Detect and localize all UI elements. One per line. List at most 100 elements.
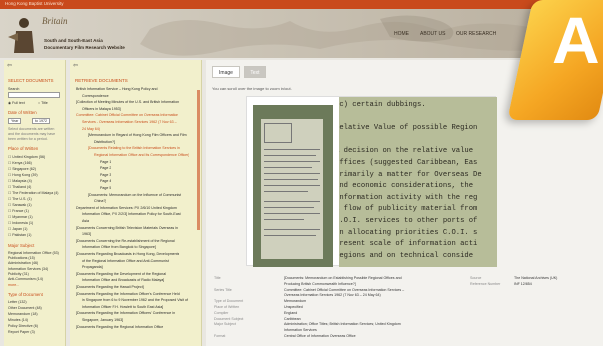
zoomed-text-line: primarily a matter for Overseas De [339,170,482,179]
document-list-item[interactable]: Services - Overseas Information Services… [82,120,177,124]
zoomed-text-line: a flow of publicity material from [339,205,478,214]
document-list-item[interactable]: Information Office and Broadcasts of Rad… [82,278,164,282]
text-line [264,161,320,162]
title-radio[interactable]: ○ Title [38,101,48,105]
type-checkbox-item[interactable]: Other Document (48) [8,306,42,310]
document-list-item[interactable]: [Documents Regarding the Information Off… [76,292,180,296]
place-checkbox-item[interactable]: ☐ United Kingdom (56) [8,155,45,159]
document-list-item[interactable]: Regional Information Office and Its Corr… [94,153,189,157]
place-checkbox-item[interactable]: ☐ Indonesia (1) [8,221,33,225]
document-list-item[interactable]: [Documents Regarding the Information Off… [76,311,175,315]
place-checkbox-item[interactable]: ☐ Malaysia (4) [8,179,32,183]
document-list-item[interactable]: Page 3 [100,173,111,177]
title-label: Title [41,101,48,105]
document-list-item[interactable]: Page 2 [100,166,111,170]
place-checkbox-item[interactable]: ☐ Hong Kong (39) [8,173,38,177]
document-list-item[interactable]: [Documents Regarding the Regional Inform… [76,325,163,329]
document-list-item[interactable]: of the Regional Information Office and A… [82,259,169,263]
metadata-value: Producing British Commonwealth Influence… [284,281,356,286]
place-checkbox-item[interactable]: ☐ Japan (1) [8,227,27,231]
nav-about-us[interactable]: ABOUT US [420,31,445,37]
type-checkbox-item[interactable]: Minutes (14) [8,318,28,322]
document-list-item[interactable]: Information Officer F.H. Howlett to Sout… [82,305,163,309]
type-checkbox-item[interactable]: Report Paper (3) [8,330,35,334]
document-list-item[interactable]: Page 1 [100,160,111,164]
nav-home[interactable]: HOME [394,31,409,37]
tab-image[interactable]: Image [212,66,240,78]
date-to-select[interactable]: to 1972 [32,118,50,124]
document-list-item[interactable]: Distribution?] [94,140,115,144]
metadata-key: Document Subject [214,316,244,321]
zoomed-text-line: Relative Value of possible Region [339,124,478,133]
document-list-item[interactable]: [Documents Regarding Broadcasts in Hong … [76,252,179,256]
document-list-item[interactable]: [Documents Concerning British Television… [76,226,178,230]
document-list-item[interactable]: Committee: Cabinet Official Committee on… [76,113,178,117]
place-checkbox-item[interactable]: ☐ The Federation of Malaya (4) [8,191,59,195]
zoom-selection-box[interactable] [264,123,292,143]
document-list-item[interactable]: 1963] [82,232,91,236]
document-list-item[interactable]: Singapore, January 1963] [82,318,123,322]
text-line [264,191,308,192]
document-list-item[interactable]: Correspondence [82,94,109,98]
site-logo[interactable]: Britain South and South-East Asia Docume… [6,13,166,57]
document-list-item[interactable]: [Memorandum in Regard of Hong Kong Film … [88,133,187,137]
place-checkbox-item[interactable]: ☐ France (1) [8,209,29,213]
document-list-item[interactable]: China?] [94,199,106,203]
document-list-item[interactable]: Department of Information Services: PX 2… [76,206,177,210]
document-list-item[interactable]: Asia [82,219,89,223]
text-line [264,213,320,214]
metadata-value: Overseas Information Services 1962 (7 No… [284,293,381,298]
zoomed-document-view[interactable]: (c) certain dubbings. Relative Value of p… [339,97,497,267]
zoomed-text-line: present scale of information acti [339,240,478,249]
type-checkbox-item[interactable]: Policy Directive (6) [8,324,38,328]
logo-script: Britain [42,16,68,26]
type-checkbox-item[interactable]: Memorandum (18) [8,312,38,316]
place-checkbox-item[interactable]: ☐ Singapore (62) [8,167,36,171]
subject-checkbox-item[interactable]: Anti-Communism (14) [8,277,43,281]
more-link[interactable]: more... [8,283,19,287]
document-list-item[interactable]: British Information Service – Hong Kong … [76,87,158,91]
document-list-item[interactable]: Propaganda] [82,265,103,269]
subject-checkbox-item[interactable]: Publications (15) [8,256,35,260]
subject-checkbox-item[interactable]: Information Services (34) [8,267,48,271]
sidebar-back-icon[interactable]: ⇦ [7,62,12,69]
type-checkbox-item[interactable]: Letter (132) [8,300,27,304]
search-input[interactable] [8,92,60,98]
document-list-item[interactable]: 24 May 64) [82,127,100,131]
subject-checkbox-item[interactable]: Administration (46) [8,261,38,265]
document-list-item[interactable]: [Documents Concerning the Re-establishme… [76,239,175,243]
place-checkbox-item[interactable]: ☐ Kenya (166) [8,161,32,165]
logo-line-2: Documentary Film Research Website [44,45,125,50]
date-heading: Date of Written [8,110,37,115]
full-text-radio[interactable]: ◉ Full text [8,101,25,105]
document-list-item[interactable]: [Documents Regarding the Development of … [76,272,166,276]
scrollbar[interactable] [197,90,200,230]
place-checkbox-item[interactable]: ☐ The U.S. (1) [8,197,32,201]
nav-our-research[interactable]: OUR RESEARCH [456,31,496,37]
document-thumbnail[interactable] [253,105,333,267]
subject-checkbox-item[interactable]: Regional Information Office (53) [8,251,59,255]
place-checkbox-item[interactable]: ☐ Sarawak (1) [8,203,32,207]
image-viewer[interactable]: (c) certain dubbings. Relative Value of p… [246,96,497,267]
document-list-item[interactable]: [Documents Regarding the Hawaii Project] [76,285,144,289]
date-note-3: been written for a period. [8,137,48,141]
tab-text[interactable]: Text [244,66,266,78]
document-list-item[interactable]: [Documents: Memorandum on the Influence … [88,193,181,197]
docs-back-icon[interactable]: ⇦ [73,62,78,69]
place-checkbox-item[interactable]: ☐ Myanmar (1) [8,215,33,219]
university-name[interactable]: Hong Kong Baptist University [5,1,64,6]
document-list-item[interactable]: [Documents Relating to the British Infor… [88,146,180,150]
document-list-item[interactable]: Information Office from Bangkok to Singa… [82,245,156,249]
document-list-item[interactable]: Page 4 [100,179,111,183]
metadata-value: Central Office of Information Overseas O… [284,334,356,338]
document-list-item[interactable]: Information Office, PX 2/2/3] Informatio… [82,212,181,216]
place-checkbox-item[interactable]: ☐ Pakistan (1) [8,233,31,237]
document-list-item[interactable]: in Singapore from 6 to 9 November 1962 a… [82,298,188,302]
document-list-item[interactable]: Page 5 [100,186,111,190]
document-list-item[interactable]: Officers in Malaya 1953] [82,107,121,111]
place-checkbox-item[interactable]: ☐ Thailand (4) [8,185,31,189]
date-from-select[interactable]: Year [8,118,22,124]
document-list-item[interactable]: [Collection of Meeting Minutes of the U.… [76,100,179,104]
subject-checkbox-item[interactable]: Publicity (31) [8,272,29,276]
metadata-value: Unspecified [284,305,303,309]
